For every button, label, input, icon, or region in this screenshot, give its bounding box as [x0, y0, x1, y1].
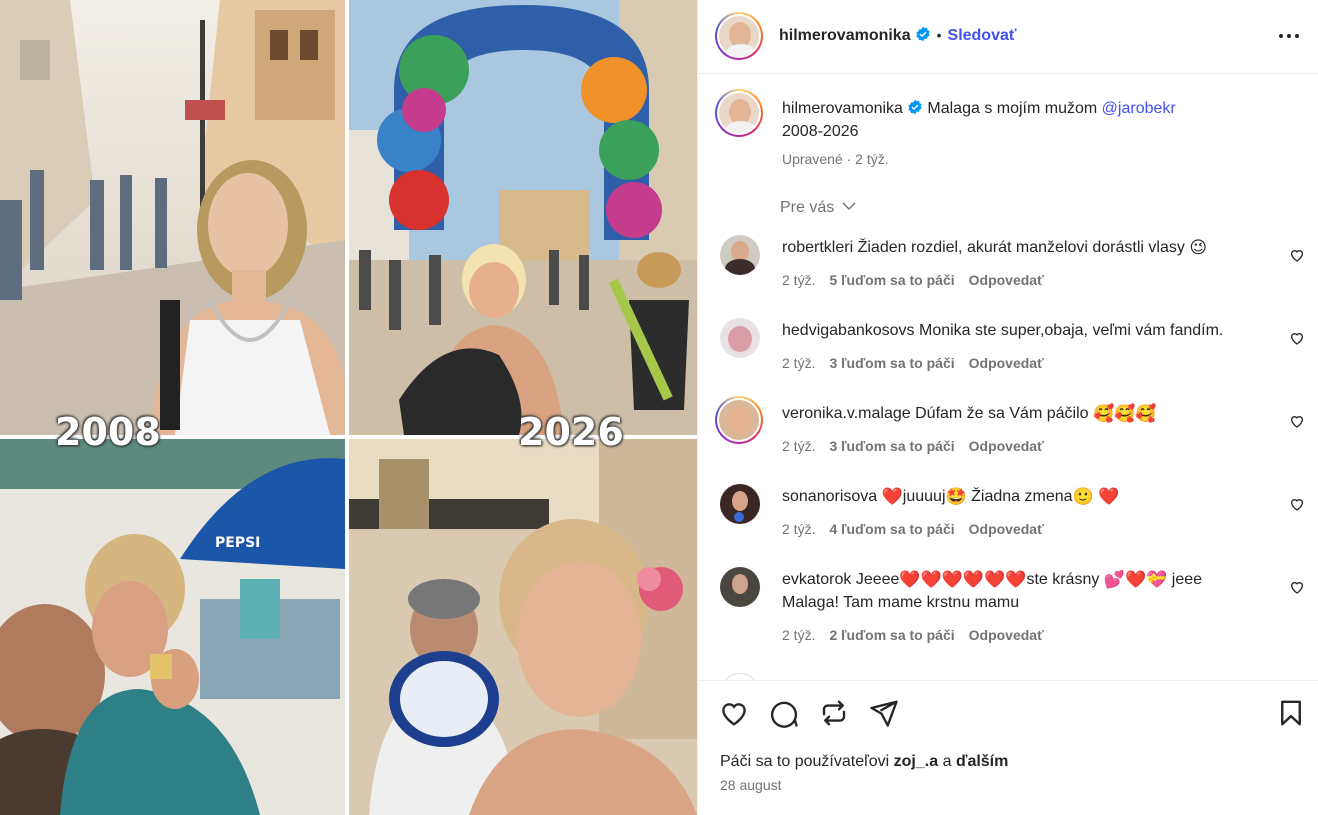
comment-likes-link[interactable]: 2 ľuďom sa to páči [829, 627, 954, 643]
sort-label: Pre vás [780, 199, 835, 216]
comment-body: Žiaden rozdiel, akurát manželovi dorástl… [857, 239, 1185, 256]
commenter-avatar[interactable] [720, 484, 760, 524]
likes-summary: Páči sa to používateľovi zoj_.a a ďalším [720, 753, 1008, 771]
comment-body: Jeeee [855, 571, 900, 588]
verified-badge-icon [908, 99, 922, 115]
reply-button[interactable]: Odpovedať [969, 627, 1044, 643]
commenter-avatar[interactable] [715, 396, 763, 444]
hearts-emoji: 💕❤️💝 [1103, 570, 1168, 589]
comment-username[interactable]: veronika.v.malage [782, 405, 911, 422]
heart-emoji: ❤️ [881, 487, 903, 506]
comment-meta: 2 týž. 5 ľuďom sa to páči Odpovedať [782, 272, 1044, 288]
year-label-right: 2026 [518, 410, 624, 454]
likes-user-link[interactable]: zoj_.a [894, 753, 938, 770]
caption-meta: Upravené · 2 týž. [782, 151, 889, 167]
post-caption: hilmerovamonika Malaga s mojím mužom @ja… [782, 97, 1282, 171]
reply-button[interactable]: Odpovedať [969, 355, 1044, 371]
comment-meta: 2 týž. 2 ľuďom sa to páči Odpovedať [782, 627, 1044, 643]
comment-emoji: 🥰🥰🥰 [1092, 404, 1157, 423]
caption-text: Malaga s mojím mužom [927, 100, 1098, 117]
repost-icon[interactable] [819, 698, 849, 728]
comment-body-3: jeee [1171, 571, 1203, 588]
separator-dot: • [936, 27, 942, 43]
photo-2008-cafe: PEPSI [0, 439, 345, 815]
year-label-left: 2008 [55, 410, 161, 454]
header-title-row: hilmerovamonika • Sledovať [779, 26, 1017, 45]
more-icon[interactable] [1277, 26, 1301, 46]
comment-username[interactable]: robertkleri [782, 239, 853, 256]
heart-icon[interactable] [1289, 579, 1305, 595]
comment-body-2: ste krásny [1026, 571, 1100, 588]
author-username[interactable]: hilmerovamonika [779, 27, 911, 44]
heart-emoji: ❤️ [1098, 487, 1120, 506]
reply-button[interactable]: Odpovedať [969, 521, 1044, 537]
post-details-panel: hilmerovamonika • Sledovať hilmerovamonika… [697, 0, 1318, 815]
comment-body-line2: Malaga! Tam mame krstnu mamu [782, 594, 1020, 611]
hearts-emoji: ❤️❤️❤️❤️❤️❤️ [899, 570, 1027, 589]
commenter-avatar[interactable] [720, 567, 760, 607]
caption-mention-link[interactable]: @jarobekr [1102, 100, 1176, 117]
chevron-down-icon [842, 202, 856, 211]
photo-2026-selfie [349, 439, 697, 815]
reply-button[interactable]: Odpovedať [969, 272, 1044, 288]
share-icon[interactable] [869, 698, 899, 728]
caption-line2: 2008-2026 [782, 123, 859, 140]
comment-likes-link[interactable]: 3 ľuďom sa to páči [829, 355, 954, 371]
photo-2026-fans-arch [349, 0, 697, 435]
comment-username[interactable]: sonanorisova [782, 488, 877, 505]
comment-text: veronika.v.malage Dúfam že sa Vám páčilo… [782, 402, 1252, 425]
comment-body-2: Žiadna zmena [971, 488, 1073, 505]
post-header: hilmerovamonika • Sledovať [698, 0, 1318, 74]
comment-username[interactable]: hedvigabankosovs [782, 322, 915, 339]
commenter-avatar[interactable] [720, 673, 760, 680]
caption-username[interactable]: hilmerovamonika [782, 100, 903, 117]
author-avatar[interactable] [715, 12, 763, 60]
comment-time: 2 týž. [782, 355, 816, 371]
comment-likes-link[interactable]: 3 ľuďom sa to páči [829, 438, 954, 454]
heart-icon[interactable] [1289, 496, 1305, 512]
comment-meta: 2 týž. 3 ľuďom sa to páči Odpovedať [782, 355, 1044, 371]
caption-avatar[interactable] [715, 89, 763, 137]
comment-meta: 2 týž. 3 ľuďom sa to páči Odpovedať [782, 438, 1044, 454]
comment-time: 2 týž. [782, 438, 816, 454]
comment-time: 2 týž. [782, 627, 816, 643]
commenter-avatar[interactable] [720, 318, 760, 358]
svg-text:PEPSI: PEPSI [215, 535, 260, 551]
post-actions: Páči sa to používateľovi zoj_.a a ďalším… [698, 680, 1318, 815]
comments-sort-dropdown[interactable]: Pre vás [780, 199, 856, 217]
comment-text: robertkleri Žiaden rozdiel, akurát manže… [782, 236, 1252, 259]
comment-likes-link[interactable]: 5 ľuďom sa to páči [829, 272, 954, 288]
comments-scroll-area[interactable]: hilmerovamonika Malaga s mojím mužom @ja… [698, 75, 1318, 680]
comment-time: 2 týž. [782, 272, 816, 288]
comment-emoji: 😉 [1189, 238, 1208, 257]
comment-body: Dúfam že sa Vám páčilo [915, 405, 1089, 422]
follow-button[interactable]: Sledovať [948, 27, 1017, 44]
comment-body: juuuuj [902, 488, 946, 505]
comment-text: hedvigabankosovs Monika ste super,obaja,… [782, 319, 1252, 342]
comment-icon[interactable] [769, 698, 799, 728]
comment-text: evkatorok Jeeee❤️❤️❤️❤️❤️❤️ste krásny 💕❤… [782, 568, 1252, 614]
comment-time: 2 týž. [782, 521, 816, 537]
commenter-avatar[interactable] [720, 235, 760, 275]
comment-username[interactable]: evkatorok [782, 571, 851, 588]
heart-icon[interactable] [1289, 413, 1305, 429]
comment-meta: 2 týž. 4 ľuďom sa to páči Odpovedať [782, 521, 1044, 537]
post-date: 28 august [720, 777, 782, 793]
comment-body: Monika ste super,obaja, veľmi vám fandím… [919, 322, 1224, 339]
likes-mid: a [942, 753, 952, 770]
comment-likes-link[interactable]: 4 ľuďom sa to páči [829, 521, 954, 537]
heart-icon[interactable] [1289, 330, 1305, 346]
smile-emoji: 🙂 [1072, 487, 1094, 506]
star-eyes-emoji: 🤩 [945, 487, 967, 506]
verified-badge-icon [916, 26, 930, 42]
reply-button[interactable]: Odpovedať [969, 438, 1044, 454]
bookmark-icon[interactable] [1276, 698, 1306, 728]
photo-2008-street [0, 0, 345, 435]
likes-prefix: Páči sa to používateľovi [720, 753, 890, 770]
comment-text: sonanorisova ❤️juuuuj🤩 Žiadna zmena🙂 ❤️ [782, 485, 1252, 508]
heart-icon[interactable] [1289, 247, 1305, 263]
post-image-collage[interactable]: PEPSI 2008 2026 [0, 0, 697, 815]
heart-icon[interactable] [719, 698, 749, 728]
likes-others-link[interactable]: ďalším [956, 753, 1008, 770]
